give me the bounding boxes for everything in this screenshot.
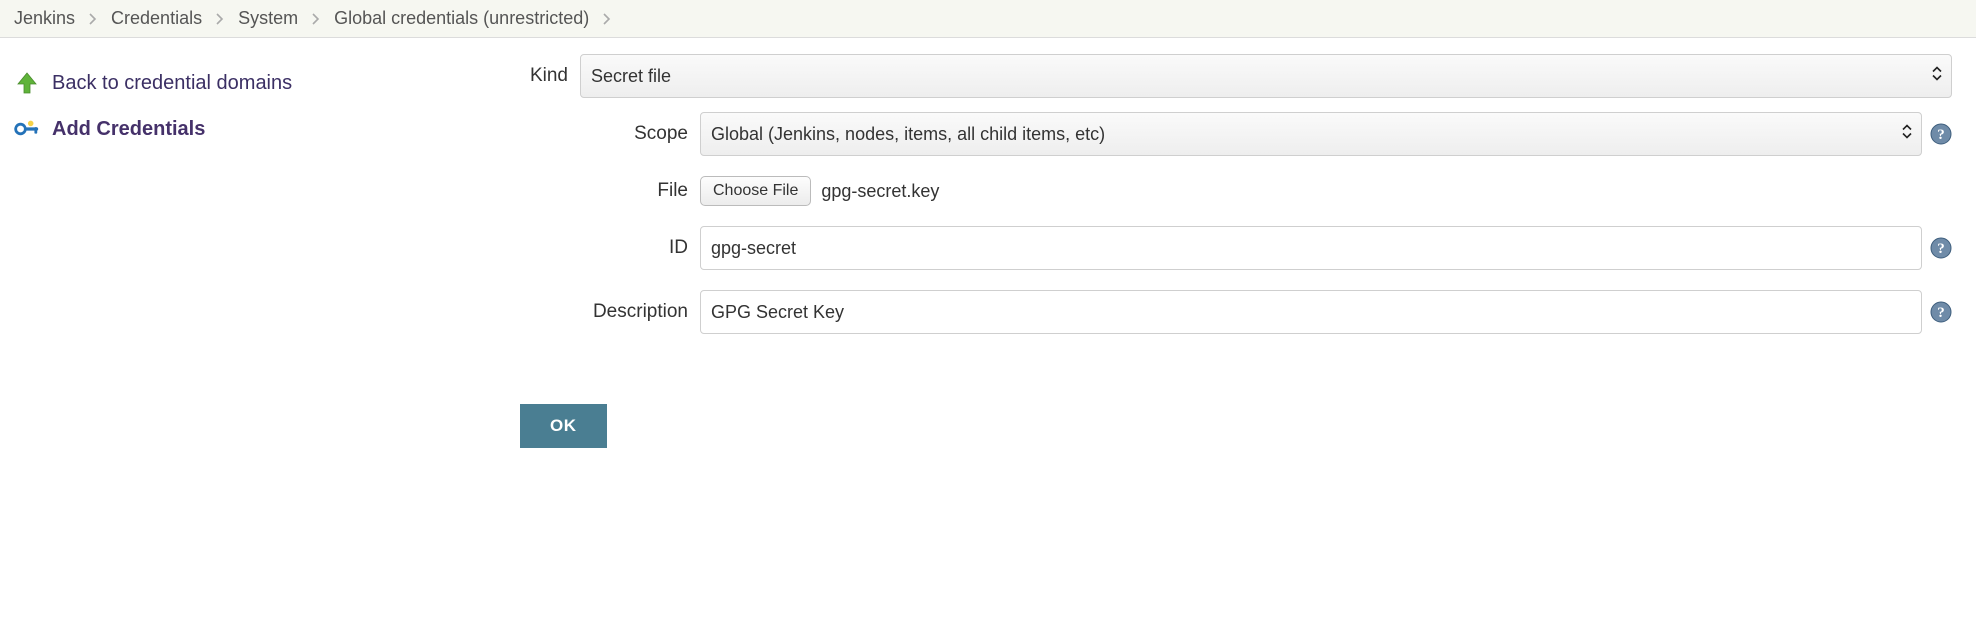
scope-label: Scope <box>420 123 700 145</box>
help-icon[interactable]: ? <box>1930 237 1952 259</box>
chevron-right-icon <box>89 13 97 25</box>
chevron-right-icon <box>216 13 224 25</box>
id-input[interactable] <box>700 226 1922 270</box>
up-arrow-icon <box>14 70 40 96</box>
sidebar: Back to credential domains Add Credentia… <box>0 54 420 448</box>
description-input[interactable] <box>700 290 1922 334</box>
svg-text:?: ? <box>1937 127 1945 143</box>
help-icon[interactable]: ? <box>1930 301 1952 323</box>
breadcrumb-system[interactable]: System <box>238 8 298 29</box>
chevron-right-icon <box>603 13 611 25</box>
kind-label: Kind <box>420 65 580 87</box>
breadcrumb: Jenkins Credentials System Global creden… <box>0 0 1976 38</box>
description-label: Description <box>420 301 700 323</box>
breadcrumb-jenkins[interactable]: Jenkins <box>14 8 75 29</box>
chevron-right-icon <box>312 13 320 25</box>
svg-text:?: ? <box>1937 241 1945 257</box>
sidebar-item-label: Add Credentials <box>52 118 205 141</box>
key-icon <box>14 116 40 142</box>
ok-button[interactable]: OK <box>520 404 607 448</box>
kind-select[interactable]: Secret file <box>580 54 1952 98</box>
breadcrumb-credentials[interactable]: Credentials <box>111 8 202 29</box>
sidebar-item-label: Back to credential domains <box>52 72 292 95</box>
file-label: File <box>420 180 700 202</box>
choose-file-button[interactable]: Choose File <box>700 176 811 206</box>
breadcrumb-global[interactable]: Global credentials (unrestricted) <box>334 8 589 29</box>
add-credentials-form: Kind Secret file Scope Global (Jenkins, … <box>420 54 1976 448</box>
help-icon[interactable]: ? <box>1930 123 1952 145</box>
id-label: ID <box>420 237 700 259</box>
svg-text:?: ? <box>1937 305 1945 321</box>
selected-file-name: gpg-secret.key <box>821 181 939 202</box>
scope-select[interactable]: Global (Jenkins, nodes, items, all child… <box>700 112 1922 156</box>
sidebar-item-add-credentials[interactable]: Add Credentials <box>14 110 406 156</box>
sidebar-item-back[interactable]: Back to credential domains <box>14 64 406 110</box>
